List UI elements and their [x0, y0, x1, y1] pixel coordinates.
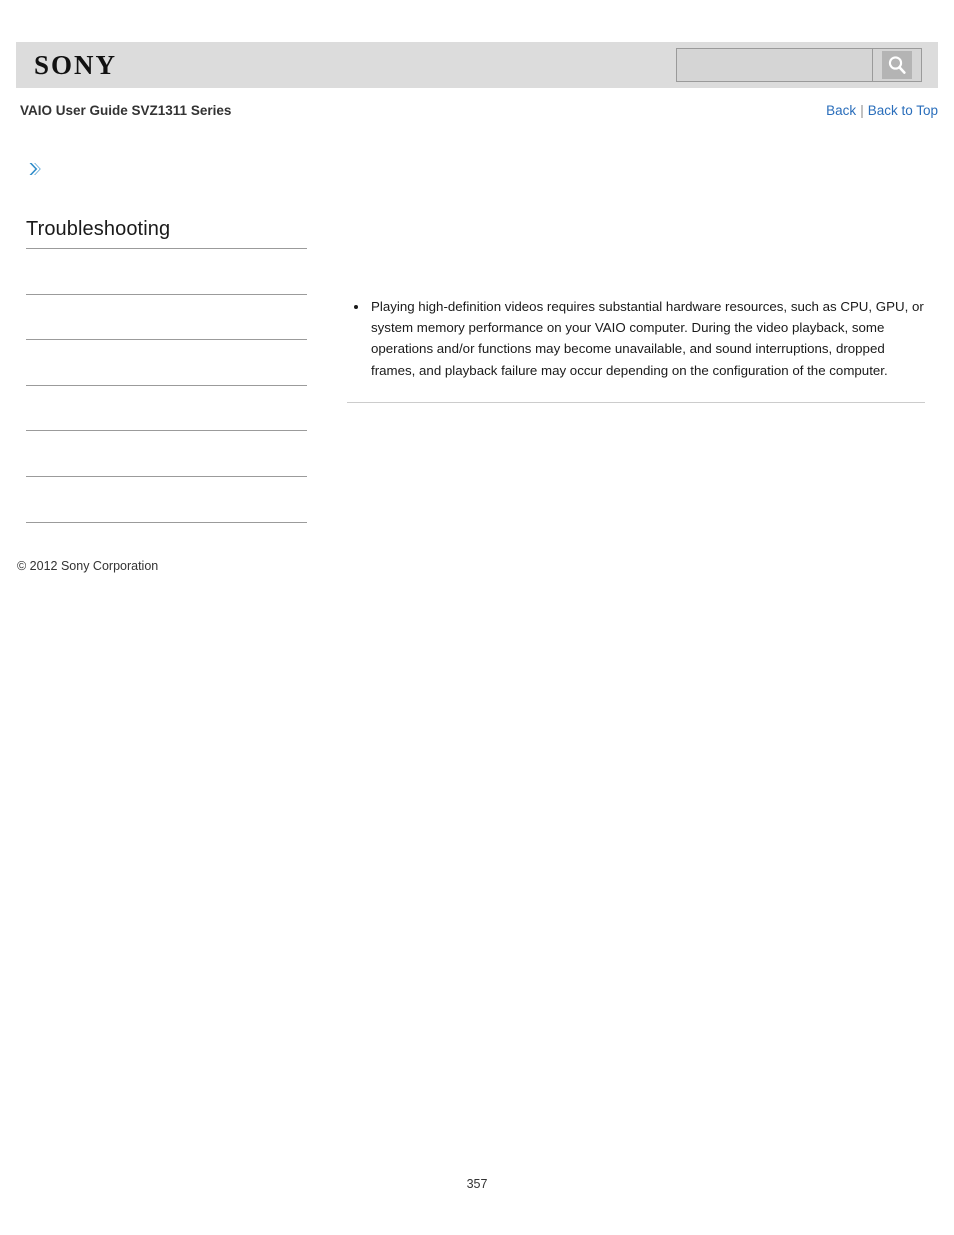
sidebar: Troubleshooting — [26, 160, 307, 523]
sony-logo: SONY — [34, 50, 118, 80]
nav-links: Back | Back to Top — [826, 100, 938, 122]
nav-separator: | — [860, 103, 864, 118]
content-divider — [347, 401, 925, 403]
sidebar-item[interactable] — [26, 249, 307, 295]
header-band: SONY — [16, 42, 938, 88]
chevron-right-icon[interactable] — [26, 160, 44, 178]
guide-title: VAIO User Guide SVZ1311 Series — [20, 103, 232, 118]
back-to-top-link[interactable]: Back to Top — [868, 103, 938, 118]
copyright-text: © 2012 Sony Corporation — [17, 559, 159, 573]
search-icon — [882, 51, 912, 79]
sidebar-item[interactable] — [26, 386, 307, 432]
sidebar-item[interactable] — [26, 340, 307, 386]
content-bullet-list: Playing high-definition videos requires … — [347, 296, 925, 381]
page-number: 357 — [466, 1177, 488, 1191]
content-bullet-item: Playing high-definition videos requires … — [369, 296, 925, 381]
sidebar-item[interactable] — [26, 295, 307, 341]
sidebar-nav-list — [26, 249, 307, 523]
search-input[interactable] — [676, 48, 872, 82]
subheader: VAIO User Guide SVZ1311 Series Back | Back… — [16, 100, 938, 122]
sidebar-item[interactable] — [26, 477, 307, 523]
main-content: Playing high-definition videos requires … — [347, 296, 925, 411]
page-title: Troubleshooting — [26, 216, 307, 249]
search-group — [676, 48, 922, 82]
search-button[interactable] — [872, 48, 922, 82]
back-link[interactable]: Back — [826, 103, 856, 118]
sidebar-item[interactable] — [26, 431, 307, 477]
